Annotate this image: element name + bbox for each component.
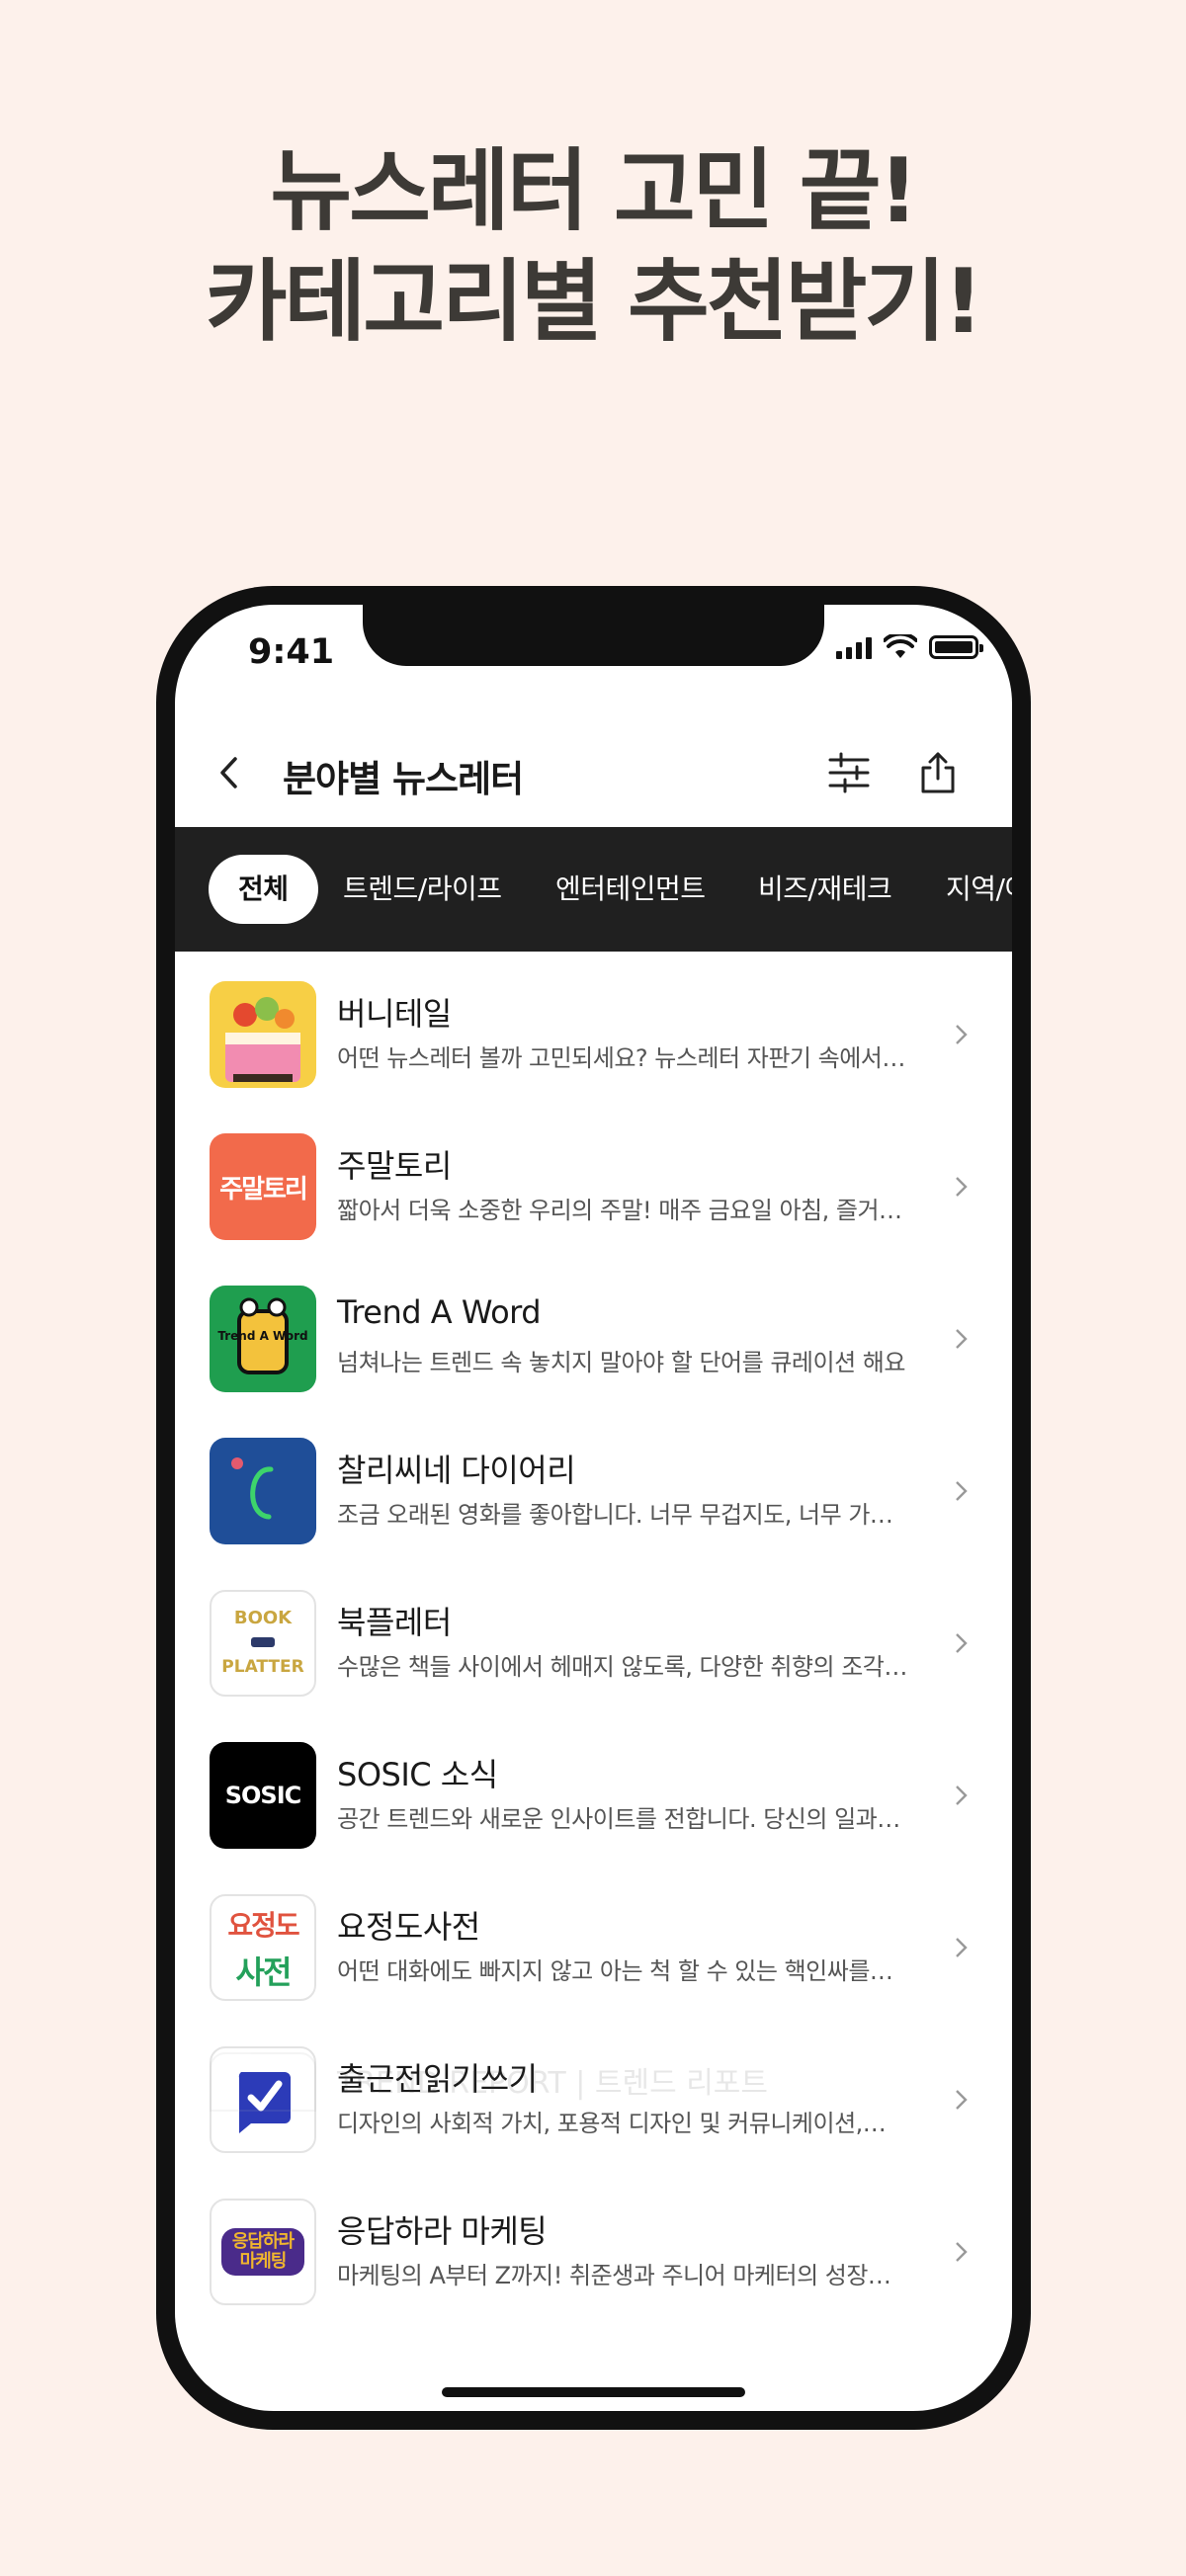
item-title: TREND REPORT | 트렌드 리포트 <box>337 2066 769 2101</box>
phone-screen: 9:41 분야별 뉴스레터 전체 트렌드/라이프 엔터테인먼트 비즈/재테크 지… <box>175 605 1012 2411</box>
promo-headline: 뉴스레터 고민 끝! 카테고리별 추천받기! <box>0 136 1186 358</box>
chevron-right-icon <box>956 1633 968 1653</box>
item-desc: 조금 오래된 영화를 좋아합니다. 너무 무겁지도, 너무 가… <box>337 1501 893 1529</box>
list-item[interactable]: TREND REPORT | 트렌드 리포트 <box>175 2042 1012 2112</box>
chevron-right-icon <box>956 1938 968 1957</box>
charlie-diary-logo <box>210 1438 316 1544</box>
item-title: 찰리씨네 다이어리 <box>337 1452 576 1489</box>
list-item[interactable]: BOOK PLATTER 북플레터 수많은 책들 사이에서 헤매지 않도록, 다… <box>175 1560 1012 1712</box>
phone-frame: 9:41 분야별 뉴스레터 전체 트렌드/라이프 엔터테인먼트 비즈/재테크 지… <box>156 586 1031 2430</box>
item-title: 북플레터 <box>337 1604 452 1641</box>
sosic-logo: SOSIC <box>210 1742 316 1849</box>
status-icons <box>836 634 983 660</box>
headline-line-2: 카테고리별 추천받기! <box>205 250 984 354</box>
trend-a-word-logo: Trend A Word <box>210 1286 316 1392</box>
page-title: 분야별 뉴스레터 <box>283 758 524 800</box>
chevron-right-icon <box>956 1481 968 1501</box>
list-item[interactable]: 응답하라 마케팅 응답하라 마케팅 마케팅의 A부터 Z까지! 취준생과 주니어… <box>175 2169 1012 2321</box>
list-item[interactable]: 요정도 사전 요정도사전 어떤 대화에도 빠지지 않고 아는 척 할 수 있는 … <box>175 1865 1012 2017</box>
item-title: SOSIC 소식 <box>337 1756 498 1793</box>
trend-report-logo <box>210 2052 316 2112</box>
response-marketing-logo: 응답하라 마케팅 <box>210 2199 316 2305</box>
tab-biz[interactable]: 비즈/재테크 <box>758 855 892 924</box>
category-tabs: 전체 트렌드/라이프 엔터테인먼트 비즈/재테크 지역/여행 <box>175 827 1012 952</box>
item-title: 요정도사전 <box>337 1908 480 1946</box>
chevron-right-icon <box>956 1329 968 1349</box>
chevron-right-icon <box>956 1177 968 1197</box>
share-icon[interactable] <box>916 751 960 794</box>
item-title: 버니테일 <box>337 995 452 1033</box>
nav-bar: 분야별 뉴스레터 <box>175 723 1012 822</box>
status-time: 9:41 <box>248 632 335 672</box>
item-title: 주말토리 <box>337 1147 452 1185</box>
signal-icon <box>836 635 872 659</box>
list-item[interactable]: 주말토리 주말토리 짧아서 더욱 소중한 우리의 주말! 매주 금요일 아침, … <box>175 1104 1012 1256</box>
bookpletter-logo: BOOK PLATTER <box>210 1590 316 1697</box>
item-desc: 수많은 책들 사이에서 헤매지 않도록, 다양한 취향의 조각… <box>337 1653 907 1681</box>
sliders-icon[interactable] <box>827 751 871 794</box>
home-indicator[interactable] <box>442 2387 745 2397</box>
list-item[interactable]: 버니테일 어떤 뉴스레터 볼까 고민되세요? 뉴스레터 자판기 속에서… <box>175 952 1012 1104</box>
list-item[interactable]: 찰리씨네 다이어리 조금 오래된 영화를 좋아합니다. 너무 무겁지도, 너무 … <box>175 1408 1012 1560</box>
item-desc: 짧아서 더욱 소중한 우리의 주말! 매주 금요일 아침, 즐거… <box>337 1197 902 1224</box>
item-title: Trend A Word <box>337 1293 542 1331</box>
item-desc: 어떤 뉴스레터 볼까 고민되세요? 뉴스레터 자판기 속에서… <box>337 1044 905 1072</box>
battery-icon <box>929 635 983 659</box>
tab-all[interactable]: 전체 <box>209 855 318 924</box>
item-desc: 어떤 대화에도 빠지지 않고 아는 척 할 수 있는 핵인싸를… <box>337 1957 893 1985</box>
list-item[interactable]: SOSIC SOSIC 소식 공간 트렌드와 새로운 인사이트를 전합니다. 당… <box>175 1712 1012 1865</box>
item-title: 응답하라 마케팅 <box>337 2212 548 2250</box>
back-icon[interactable] <box>212 755 248 790</box>
notch <box>363 605 824 666</box>
item-desc: 공간 트렌드와 새로운 인사이트를 전합니다. 당신의 일과… <box>337 1805 900 1833</box>
chevron-right-icon <box>956 2242 968 2262</box>
item-desc: 넘쳐나는 트렌드 속 놓치지 말아야 할 단어를 큐레이션 해요 <box>337 1349 905 1376</box>
jumaltori-logo: 주말토리 <box>210 1133 316 1240</box>
yojeongdo-logo: 요정도 사전 <box>210 1894 316 2001</box>
headline-line-1: 뉴스레터 고민 끝! <box>270 139 918 243</box>
chevron-right-icon <box>956 1025 968 1044</box>
tab-trend-life[interactable]: 트렌드/라이프 <box>343 855 502 924</box>
chevron-right-icon <box>956 1786 968 1805</box>
list-item[interactable]: Trend A Word Trend A Word 넘쳐나는 트렌드 속 놓치지… <box>175 1256 1012 1408</box>
item-desc: 마케팅의 A부터 Z까지! 취준생과 주니어 마케터의 성장… <box>337 2262 891 2289</box>
tab-local-travel[interactable]: 지역/여행 <box>946 855 1012 924</box>
bunnytale-logo <box>210 981 316 1088</box>
wifi-icon <box>884 634 917 658</box>
tab-entertainment[interactable]: 엔터테인먼트 <box>555 855 706 924</box>
